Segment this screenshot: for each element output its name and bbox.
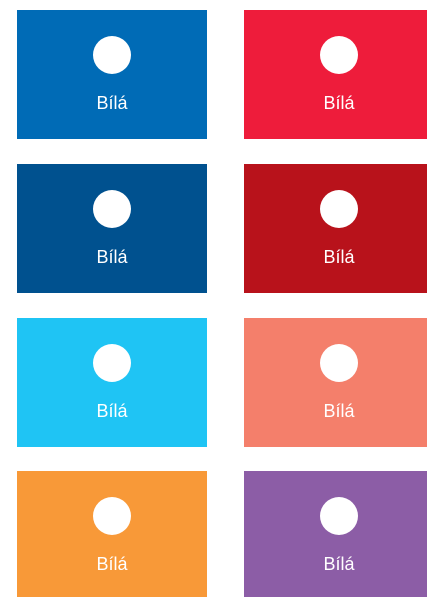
color-swatch-blue[interactable]: Bílá — [17, 10, 207, 139]
color-swatch-dark-blue[interactable]: Bílá — [17, 164, 207, 293]
color-swatch-red[interactable]: Bílá — [244, 10, 427, 139]
color-swatch-dark-red[interactable]: Bílá — [244, 164, 427, 293]
swatch-label: Bílá — [96, 247, 128, 267]
swatch-label: Bílá — [96, 93, 128, 113]
white-dot-icon — [93, 36, 131, 74]
swatch-label: Bílá — [96, 554, 128, 574]
color-swatch-orange[interactable]: Bílá — [17, 471, 207, 597]
swatch-label: Bílá — [323, 554, 355, 574]
color-swatch-purple[interactable]: Bílá — [244, 471, 427, 597]
white-dot-icon — [93, 497, 131, 535]
white-dot-icon — [320, 344, 358, 382]
white-dot-icon — [320, 190, 358, 228]
white-dot-icon — [93, 344, 131, 382]
swatch-label: Bílá — [323, 401, 355, 421]
color-swatch-salmon[interactable]: Bílá — [244, 318, 427, 447]
color-swatch-light-blue[interactable]: Bílá — [17, 318, 207, 447]
swatch-label: Bílá — [323, 247, 355, 267]
white-dot-icon — [320, 36, 358, 74]
color-swatch-grid: Bílá Bílá Bílá Bílá Bílá Bílá Bílá Bílá — [0, 0, 427, 597]
white-dot-icon — [93, 190, 131, 228]
swatch-label: Bílá — [323, 93, 355, 113]
swatch-label: Bílá — [96, 401, 128, 421]
white-dot-icon — [320, 497, 358, 535]
